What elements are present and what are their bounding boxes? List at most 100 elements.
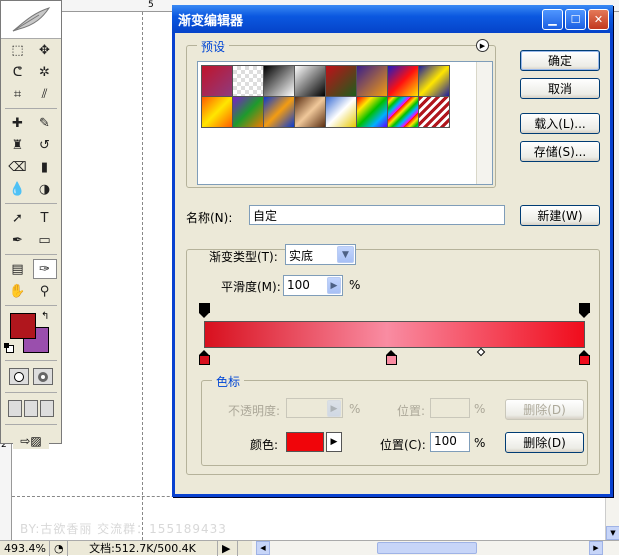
history-brush-tool-icon[interactable]: ↺ [33, 135, 57, 155]
gradient-editor-dialog: 渐变编辑器 ▁ ☐ ✕ 预设 ▶ 确定 取消 载入(L)... 存储(S)...… [172, 5, 613, 497]
type-tool-icon[interactable]: T [33, 208, 57, 228]
color-stop-left[interactable] [199, 350, 210, 365]
zoom-level[interactable]: 493.4% [0, 540, 50, 556]
healing-brush-tool-icon[interactable]: ✚ [6, 113, 30, 133]
name-field[interactable]: 自定 [249, 205, 505, 225]
foreground-color-swatch[interactable] [10, 313, 36, 339]
jump-to-imageready-icon[interactable]: ⇨▨ [13, 432, 49, 449]
gradient-preset-swatch[interactable] [263, 96, 295, 128]
gradient-preview-bar[interactable] [204, 321, 585, 348]
crop-tool-icon[interactable]: ⌗ [6, 84, 30, 104]
delete-color-stop-button[interactable]: 删除(D) [505, 432, 584, 453]
gradient-preset-swatch[interactable] [387, 65, 419, 97]
scroll-left-icon[interactable]: ◀ [256, 541, 270, 555]
gradient-preset-swatch[interactable] [232, 96, 264, 128]
opacity-stop-left[interactable] [199, 303, 210, 318]
save-button[interactable]: 存储(S)... [520, 141, 600, 162]
shape-tool-icon[interactable]: ▭ [33, 230, 57, 250]
gradient-tool-icon[interactable]: ▮ [33, 157, 57, 177]
gradient-preset-swatch[interactable] [325, 96, 357, 128]
horizontal-scrollbar[interactable]: ◀ ▶ [252, 540, 619, 555]
dodge-tool-icon[interactable]: ◑ [33, 179, 57, 199]
minimize-icon[interactable]: ▁ [542, 8, 563, 30]
chevron-down-icon[interactable]: ▼ [337, 246, 354, 263]
ok-button[interactable]: 确定 [520, 50, 600, 71]
slice-tool-icon[interactable]: ⫽ [33, 84, 57, 104]
color-menu-arrow-icon[interactable]: ▶ [326, 432, 342, 452]
gradient-preset-swatch[interactable] [418, 96, 450, 128]
status-arrow-icon[interactable]: ▶ [218, 540, 238, 556]
dialog-titlebar[interactable]: 渐变编辑器 ▁ ☐ ✕ [172, 5, 613, 33]
guide-line [142, 12, 143, 540]
gradient-preset-swatch[interactable] [232, 65, 264, 97]
hand-tool-icon[interactable]: ✋ [6, 281, 30, 301]
status-menu-icon[interactable]: ◔ [50, 540, 68, 556]
smoothness-slider-icon[interactable]: ▶ [327, 277, 341, 294]
move-tool-icon[interactable]: ✥ [33, 40, 57, 60]
gradient-preset-swatch[interactable] [294, 96, 326, 128]
presets-scrollbar[interactable] [476, 62, 492, 184]
gradient-preset-swatch[interactable] [325, 65, 357, 97]
tool-row: ▤ ✑ [1, 258, 61, 280]
opacity-field: ▶ [286, 398, 343, 418]
document-size: 文档:512.7K/500.4K [68, 540, 218, 556]
swap-colors-icon[interactable]: ↰ [41, 311, 49, 322]
tool-palette: ⬚ ✥ ᕦ ✲ ⌗ ⫽ ✚ ✎ ♜ ↺ ⌫ ▮ 💧 ◑ ➚ T ✒ ▭ ▤ ✑ ✋ ⚲ ↰ ⇨▨ [0, 0, 62, 449]
scroll-right-icon[interactable]: ▶ [589, 541, 603, 555]
load-button[interactable]: 载入(L)... [520, 113, 600, 134]
gradient-type-select[interactable]: 实底 ▼ [285, 244, 356, 265]
location-field[interactable]: 100 [430, 432, 470, 452]
opacity-stop-right[interactable] [579, 303, 590, 318]
watermark: BY:古欲香丽 交流群：155189433 [20, 522, 227, 536]
scrollbar-thumb[interactable] [377, 542, 477, 554]
new-button[interactable]: 新建(W) [520, 205, 600, 226]
opacity-location-label: 位置: [397, 404, 426, 418]
zoom-tool-icon[interactable]: ⚲ [33, 281, 57, 301]
eraser-tool-icon[interactable]: ⌫ [6, 157, 30, 177]
midpoint-diamond[interactable] [476, 347, 486, 357]
lasso-tool-icon[interactable]: ᕦ [6, 62, 30, 82]
gradient-preset-swatch[interactable] [356, 65, 388, 97]
scroll-down-icon[interactable]: ▼ [606, 526, 619, 540]
separator [5, 305, 57, 306]
separator [5, 392, 57, 393]
screen-mode-full-icon[interactable] [40, 400, 54, 417]
eyedropper-tool-icon[interactable]: ✑ [32, 259, 57, 279]
path-selection-tool-icon[interactable]: ➚ [6, 208, 30, 228]
color-stop-right-selected[interactable] [579, 350, 590, 365]
opacity-location-field [430, 398, 470, 418]
blur-tool-icon[interactable]: 💧 [6, 179, 30, 199]
quick-mask-icon[interactable] [33, 368, 53, 385]
pen-tool-icon[interactable]: ✒ [6, 230, 30, 250]
separator [5, 254, 57, 255]
delete-opacity-stop-button: 删除(D) [505, 399, 584, 420]
clone-stamp-tool-icon[interactable]: ♜ [6, 135, 30, 155]
ruler-number: 5 [148, 0, 154, 10]
smoothness-field[interactable]: 100 ▶ [283, 275, 343, 296]
gradient-preset-swatch[interactable] [418, 65, 450, 97]
gradient-preset-swatch[interactable] [263, 65, 295, 97]
gradient-preset-swatch[interactable] [201, 96, 233, 128]
default-colors-icon[interactable] [4, 343, 14, 353]
presets-menu-icon[interactable]: ▶ [476, 39, 489, 52]
gradient-preset-swatch[interactable] [387, 96, 419, 128]
notes-tool-icon[interactable]: ▤ [6, 259, 30, 279]
gradient-preset-swatch[interactable] [294, 65, 326, 97]
opacity-label: 不透明度: [228, 404, 281, 418]
separator [5, 360, 57, 361]
screen-mode-standard-icon[interactable] [8, 400, 22, 417]
close-icon[interactable]: ✕ [588, 8, 609, 30]
magic-wand-tool-icon[interactable]: ✲ [33, 62, 57, 82]
maximize-icon[interactable]: ☐ [565, 8, 586, 30]
marquee-tool-icon[interactable]: ⬚ [6, 40, 30, 60]
gradient-preset-swatch[interactable] [201, 65, 233, 97]
color-stop-middle[interactable] [386, 350, 397, 365]
stop-color-well[interactable] [286, 432, 324, 452]
brush-tool-icon[interactable]: ✎ [33, 113, 57, 133]
cancel-button[interactable]: 取消 [520, 78, 600, 99]
feather-logo[interactable] [1, 1, 61, 39]
gradient-preset-swatch[interactable] [356, 96, 388, 128]
standard-mode-icon[interactable] [9, 368, 29, 385]
gradient-type-label: 渐变类型(T): [209, 250, 278, 264]
screen-mode-menubar-icon[interactable] [24, 400, 38, 417]
